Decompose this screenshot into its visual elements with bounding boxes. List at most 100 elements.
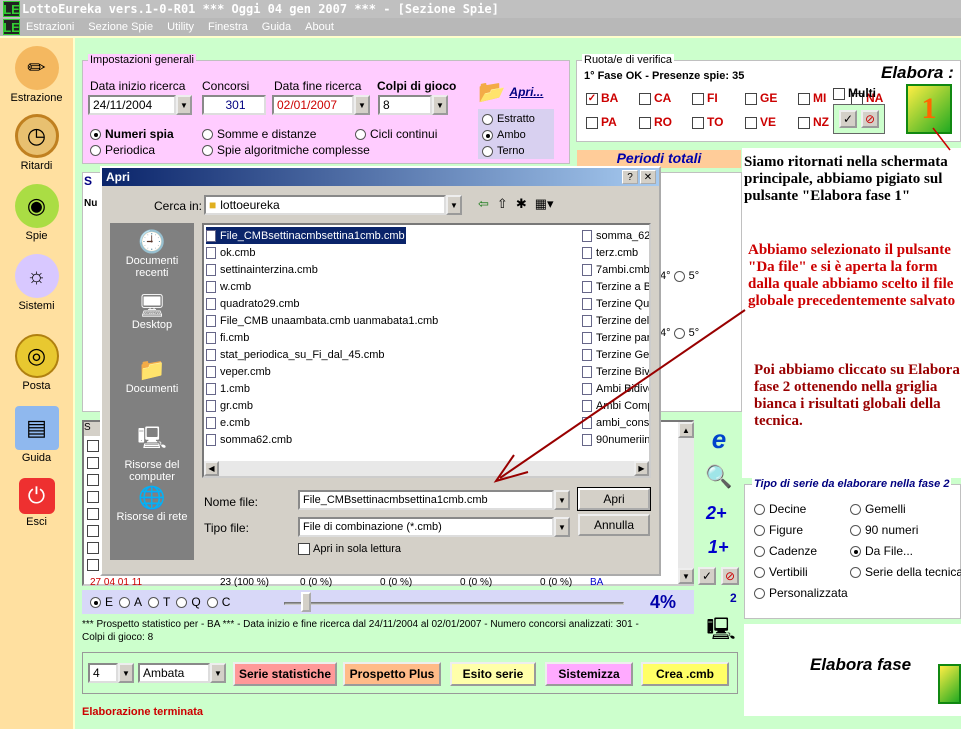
- elabora-phase1-button[interactable]: 1: [906, 84, 952, 134]
- list-item[interactable]: veper.cmb: [206, 363, 576, 380]
- list-item[interactable]: Ambi Comp: [582, 397, 649, 414]
- chevron-down-icon[interactable]: ▼: [432, 95, 448, 115]
- mode-somme-distanze[interactable]: Somme e distanze: [202, 127, 316, 141]
- file-list[interactable]: File_CMBsettinacmbsettina1cmb.cmb ok.cmb s…: [202, 223, 651, 478]
- place-computer[interactable]: 🖳 Risorse del computer: [110, 421, 194, 483]
- sidebar-item-esci[interactable]: ⏻ Esci: [0, 478, 73, 528]
- readonly-checkbox[interactable]: Apri in sola lettura: [298, 543, 401, 556]
- chevron-down-icon[interactable]: ▼: [210, 663, 226, 683]
- grid-confirm-check-icon[interactable]: ✓: [698, 567, 716, 585]
- radio-icon[interactable]: [673, 327, 685, 339]
- computer-icon[interactable]: 🖳: [706, 612, 736, 642]
- grid-row-checkbox[interactable]: [87, 491, 99, 503]
- list-item[interactable]: settinainterzina.cmb: [206, 261, 576, 278]
- menu-estrazioni[interactable]: Estrazioni: [26, 21, 74, 33]
- grid-row-checkbox[interactable]: [87, 440, 99, 452]
- new-folder-icon[interactable]: ✱: [516, 196, 527, 212]
- file-hscrollbar[interactable]: ◀ ▶: [204, 461, 649, 476]
- list-item[interactable]: Terzine par: [582, 329, 649, 346]
- series-option-90-numeri[interactable]: 90 numeri: [850, 523, 961, 537]
- list-item[interactable]: terz.cmb: [582, 244, 649, 261]
- sidebar-item-posta[interactable]: ◎ Posta: [0, 334, 73, 392]
- up-folder-icon[interactable]: ⇧: [497, 196, 508, 212]
- cancel-forbidden-icon[interactable]: ⊘: [861, 110, 879, 128]
- browser-e-icon[interactable]: e: [704, 424, 734, 454]
- grid-row-checkbox[interactable]: [87, 525, 99, 537]
- wheel-fi[interactable]: FI: [692, 91, 736, 105]
- wheel-ba[interactable]: ✓ BA: [586, 91, 630, 105]
- view-menu-icon[interactable]: ▦▾: [535, 196, 554, 212]
- scroll-left-icon[interactable]: ◀: [204, 461, 219, 476]
- back-arrow-icon[interactable]: ⇦: [478, 196, 489, 212]
- prospetto-plus-button[interactable]: Prospetto Plus: [343, 662, 441, 686]
- slider-option-a[interactable]: A: [119, 595, 142, 609]
- help-icon[interactable]: ?: [622, 170, 638, 184]
- confirm-check-icon[interactable]: ✓: [839, 110, 857, 128]
- esito-serie-button[interactable]: Esito serie: [450, 662, 536, 686]
- plus2-button[interactable]: 2+: [706, 503, 727, 524]
- slider-option-q[interactable]: Q: [176, 595, 201, 609]
- sistemizza-button[interactable]: Sistemizza: [545, 662, 633, 686]
- slider-thumb[interactable]: [301, 592, 312, 612]
- slider-option-c[interactable]: C: [206, 595, 230, 609]
- list-item[interactable]: quadrato29.cmb: [206, 295, 576, 312]
- chevron-down-icon[interactable]: ▼: [354, 95, 370, 115]
- list-item[interactable]: ok.cmb: [206, 244, 576, 261]
- plus1-button[interactable]: 1+: [708, 537, 729, 558]
- list-item[interactable]: 1.cmb: [206, 380, 576, 397]
- series-option-decine[interactable]: Decine: [754, 502, 850, 516]
- filetype-combo[interactable]: File di combinazione (*.cmb) ▼: [298, 517, 570, 537]
- target-estratto[interactable]: Estratto: [482, 111, 550, 127]
- count-combo[interactable]: 4 ▼: [88, 663, 134, 683]
- menu-guida[interactable]: Guida: [262, 21, 291, 33]
- list-item[interactable]: Terzine Biv: [582, 363, 649, 380]
- dialog-cancel-button[interactable]: Annulla: [578, 514, 650, 536]
- start-date-combo[interactable]: 24/11/2004 ▼: [88, 95, 192, 115]
- slider-track[interactable]: [284, 602, 624, 605]
- list-item[interactable]: Ambi Bidive: [582, 380, 649, 397]
- slider-option-t[interactable]: T: [148, 595, 170, 609]
- list-item[interactable]: somma_62: [582, 227, 649, 244]
- series-option-personalizzata[interactable]: Personalizzata: [754, 586, 850, 600]
- list-item[interactable]: 7ambi.cmb: [582, 261, 649, 278]
- grid-row-checkbox[interactable]: [87, 542, 99, 554]
- chevron-down-icon[interactable]: ▼: [118, 663, 134, 683]
- list-item[interactable]: somma62.cmb: [206, 431, 576, 448]
- magnifier-icon[interactable]: 🔍: [704, 464, 734, 494]
- filename-combo[interactable]: File_CMBsettinacmbsettina1cmb.cmb ▼: [298, 490, 570, 510]
- crea-cmb-button[interactable]: Crea .cmb: [641, 662, 729, 686]
- scroll-down-icon[interactable]: ▼: [678, 568, 694, 584]
- series-option-figure[interactable]: Figure: [754, 523, 850, 537]
- place-network[interactable]: 🌐 Risorse di rete: [110, 485, 194, 523]
- mode-cicli-continui[interactable]: Cicli continui: [355, 127, 437, 141]
- list-item[interactable]: 90numeriin: [582, 431, 649, 448]
- list-item[interactable]: gr.cmb: [206, 397, 576, 414]
- lookin-combo[interactable]: ■ lottoeureka ▼: [204, 195, 462, 215]
- wheel-ca[interactable]: CA: [639, 91, 683, 105]
- menu-utility[interactable]: Utility: [167, 21, 194, 33]
- sidebar-item-guida[interactable]: ▤ Guida: [0, 406, 73, 464]
- sidebar-item-ritardi[interactable]: ◷ Ritardi: [0, 114, 73, 172]
- target-terno[interactable]: Terno: [482, 143, 550, 159]
- slider-option-e[interactable]: E: [90, 595, 113, 609]
- series-option-da-file[interactable]: Da File...: [850, 544, 961, 558]
- shots-combo[interactable]: 8 ▼: [378, 95, 448, 115]
- wheel-ge[interactable]: GE: [745, 91, 789, 105]
- series-option-gemelli[interactable]: Gemelli: [850, 502, 961, 516]
- contests-field[interactable]: 301: [202, 95, 266, 115]
- mode-numeri-spia[interactable]: Numeri spia: [90, 127, 174, 141]
- wheel-pa[interactable]: PA: [586, 115, 630, 129]
- grid-row-checkbox[interactable]: [87, 559, 99, 571]
- list-item[interactable]: File_CMBsettinacmbsettina1cmb.cmb: [206, 227, 406, 244]
- radio-icon[interactable]: [673, 270, 685, 282]
- elabora-phase2-button[interactable]: [938, 664, 961, 704]
- grid-row-checkbox[interactable]: [87, 457, 99, 469]
- list-item[interactable]: e.cmb: [206, 414, 576, 431]
- mode-spie-algoritmiche[interactable]: Spie algoritmiche complesse: [202, 143, 370, 157]
- list-item[interactable]: Terzine a B: [582, 278, 649, 295]
- chevron-down-icon[interactable]: ▼: [446, 195, 462, 215]
- list-item[interactable]: File_CMB unaambata.cmb uanmabata1.cmb: [206, 312, 576, 329]
- wheel-to[interactable]: TO: [692, 115, 736, 129]
- place-documents[interactable]: 📁 Documenti: [110, 357, 194, 395]
- sidebar-item-spie[interactable]: ◉ Spie: [0, 184, 73, 242]
